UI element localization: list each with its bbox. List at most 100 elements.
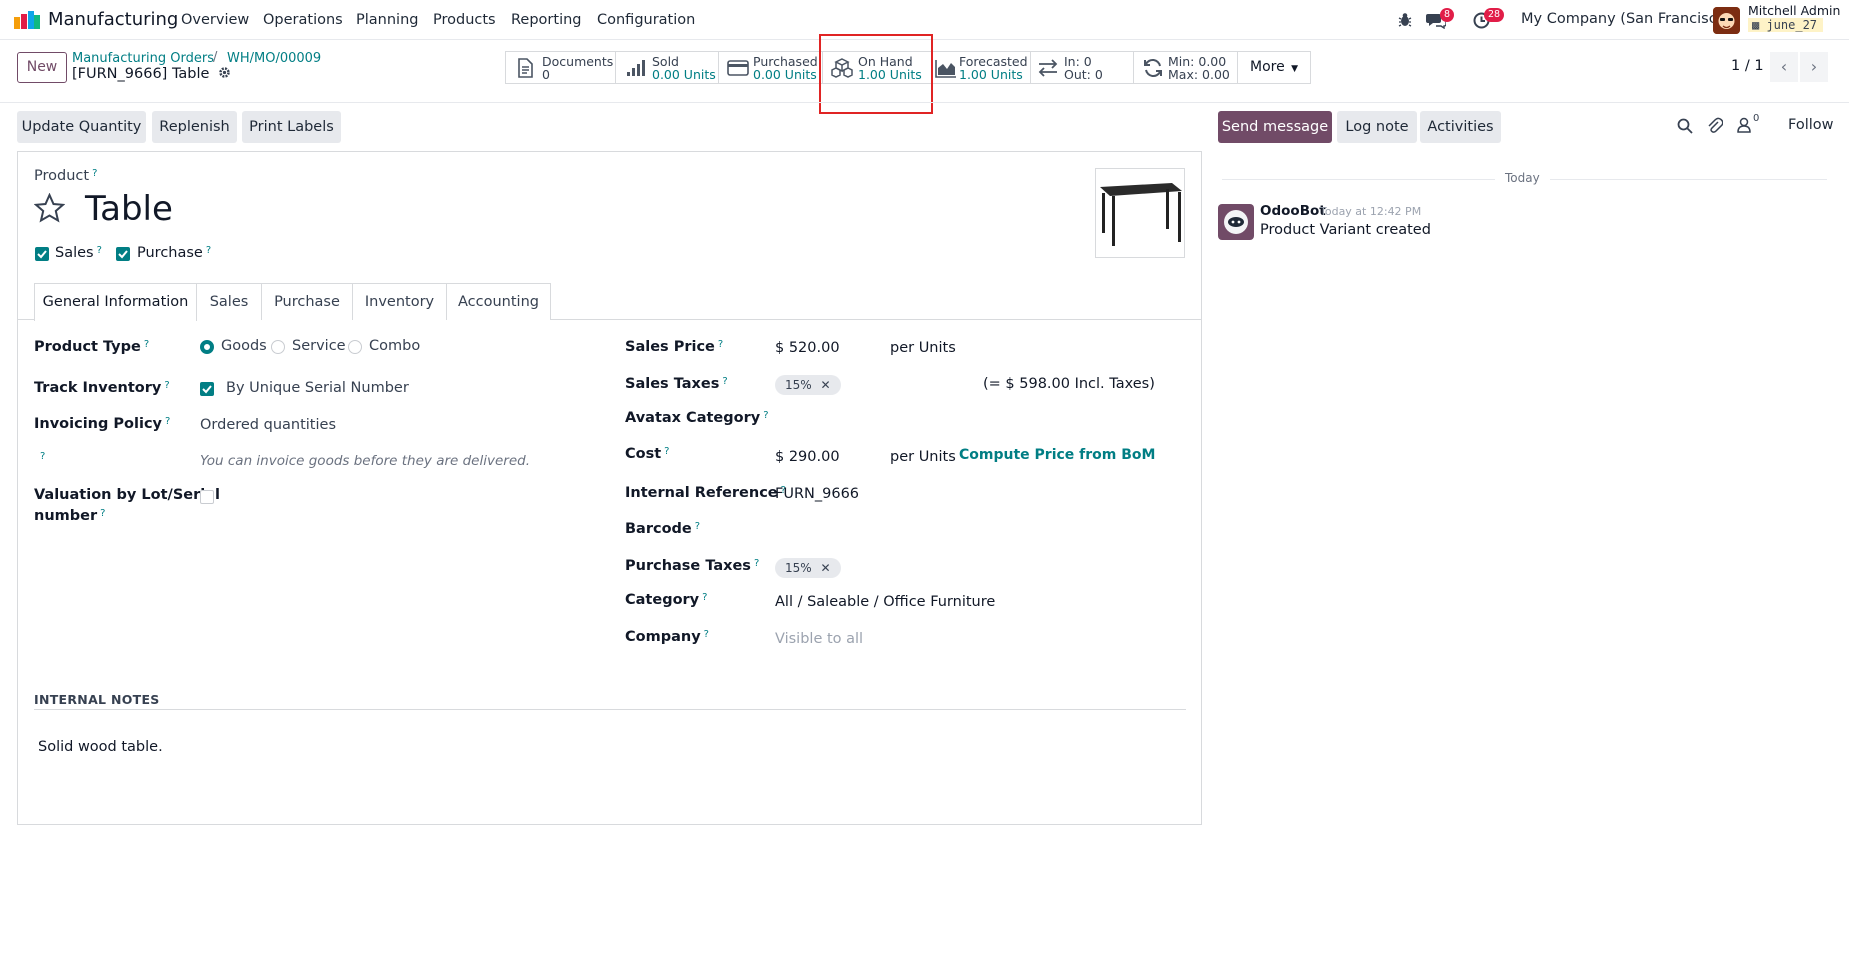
internal-reference-label-text: Internal Reference <box>625 485 778 501</box>
new-button[interactable]: New <box>17 52 67 83</box>
avatar[interactable] <box>1713 7 1740 34</box>
star-icon[interactable] <box>34 193 65 223</box>
documents-value: 0 <box>542 67 550 82</box>
company-label-text: Company <box>625 629 701 645</box>
database-label: june_27 <box>1766 18 1818 32</box>
invoicing-policy-label-text: Invoicing Policy <box>34 416 162 432</box>
close-icon[interactable]: ✕ <box>821 378 831 392</box>
app-name[interactable]: Manufacturing <box>48 9 178 30</box>
documents-smart-button[interactable]: Documents 0 <box>506 52 616 83</box>
menu-reporting[interactable]: Reporting <box>511 12 582 28</box>
internal-reference-value[interactable]: FURN_9666 <box>775 486 859 502</box>
tab-accounting[interactable]: Accounting <box>446 283 551 320</box>
user-name[interactable]: Mitchell Admin <box>1748 3 1840 18</box>
menu-planning[interactable]: Planning <box>356 12 418 28</box>
menu-overview[interactable]: Overview <box>181 12 249 28</box>
sold-smart-button[interactable]: Sold 0.00 Units <box>616 52 719 83</box>
company-field[interactable]: Visible to all <box>775 631 863 647</box>
more-button[interactable]: More ▼ <box>1238 52 1310 83</box>
help-icon[interactable]: ? <box>704 629 709 640</box>
valuation-label: Valuation by Lot/Serial <box>34 487 220 503</box>
help-icon[interactable]: ? <box>97 245 102 256</box>
min-max-smart-button[interactable]: Min: 0.00 Max: 0.00 <box>1134 52 1238 83</box>
purchase-checkbox[interactable] <box>116 247 130 261</box>
help-icon[interactable]: ? <box>144 339 149 350</box>
valuation-checkbox[interactable] <box>200 490 214 504</box>
message-body: Product Variant created <box>1260 222 1431 238</box>
more-label: More <box>1250 59 1285 75</box>
tab-general-information[interactable]: General Information <box>34 283 197 321</box>
pager-previous-button[interactable]: ‹ <box>1770 52 1798 82</box>
menu-products[interactable]: Products <box>433 12 496 28</box>
help-icon[interactable]: ? <box>92 168 97 179</box>
messages-badge: 8 <box>1440 8 1455 22</box>
goods-radio[interactable] <box>200 340 214 354</box>
sales-price-value[interactable]: $ 520.00 <box>775 340 840 356</box>
search-icon[interactable] <box>1677 118 1693 134</box>
category-value[interactable]: All / Saleable / Office Furniture <box>775 594 995 610</box>
forecasted-smart-button[interactable]: Forecasted 1.00 Units <box>933 52 1031 83</box>
pager-next-button[interactable]: › <box>1800 52 1828 82</box>
help-icon[interactable]: ? <box>664 446 669 457</box>
compute-price-button[interactable]: Compute Price from BoM <box>959 447 1155 463</box>
cost-value[interactable]: $ 290.00 <box>775 449 840 465</box>
help-icon[interactable]: ? <box>718 339 723 350</box>
in-out-smart-button[interactable]: In: 0 Out: 0 <box>1031 52 1134 83</box>
menu-configuration[interactable]: Configuration <box>597 12 695 28</box>
gear-icon[interactable] <box>218 66 231 79</box>
pager-value[interactable]: 1 / 1 <box>1731 58 1764 74</box>
bug-icon[interactable] <box>1398 12 1412 28</box>
help-icon[interactable]: ? <box>702 592 707 603</box>
help-icon[interactable]: ? <box>165 416 170 427</box>
service-radio[interactable] <box>271 340 285 354</box>
incl-taxes-value: (= $ 598.00 Incl. Taxes) <box>983 376 1155 392</box>
tab-purchase[interactable]: Purchase <box>261 283 353 320</box>
combo-radio[interactable] <box>348 340 362 354</box>
manufacturing-app-icon[interactable] <box>14 11 40 29</box>
replenish-button[interactable]: Replenish <box>152 111 237 143</box>
forecasted-value: 1.00 Units <box>959 67 1023 82</box>
close-icon[interactable]: ✕ <box>821 561 831 575</box>
track-inventory-checkbox[interactable] <box>200 382 214 396</box>
invoicing-policy-value[interactable]: Ordered quantities <box>200 417 336 433</box>
odoobot-avatar <box>1218 204 1254 240</box>
help-icon[interactable]: ? <box>695 521 700 532</box>
help-icon[interactable]: ? <box>722 376 727 387</box>
purchase-check-text: Purchase <box>137 245 203 261</box>
track-inventory-value[interactable]: By Unique Serial Number <box>226 380 409 396</box>
tab-sales[interactable]: Sales <box>196 283 262 320</box>
tab-inventory[interactable]: Inventory <box>352 283 447 320</box>
product-name[interactable]: Table <box>85 189 173 229</box>
sales-checkbox[interactable] <box>35 247 49 261</box>
service-label: Service <box>292 338 346 354</box>
company-switcher[interactable]: My Company (San Francisco) <box>1521 11 1731 27</box>
breadcrumb-mo[interactable]: WH/MO/00009 <box>227 51 321 66</box>
sales-price-label: Sales Price? <box>625 339 723 355</box>
paperclip-icon[interactable] <box>1707 117 1723 134</box>
help-icon[interactable]: ? <box>164 380 169 391</box>
help-icon[interactable]: ? <box>763 410 768 421</box>
help-icon[interactable]: ? <box>754 558 759 569</box>
breadcrumb-manufacturing-orders[interactable]: Manufacturing Orders <box>72 51 214 66</box>
goods-label: Goods <box>221 338 267 354</box>
message-author: OdooBot <box>1260 203 1326 219</box>
update-quantity-button[interactable]: Update Quantity <box>17 111 146 143</box>
help-icon[interactable]: ? <box>100 508 105 519</box>
internal-notes-value[interactable]: Solid wood table. <box>38 739 163 755</box>
barcode-label-text: Barcode <box>625 521 692 537</box>
product-image[interactable] <box>1095 168 1185 258</box>
follow-button[interactable]: Follow <box>1788 117 1833 133</box>
log-note-button[interactable]: Log note <box>1337 111 1417 143</box>
help-icon[interactable]: ? <box>40 451 45 462</box>
activities-button[interactable]: Activities <box>1420 111 1501 143</box>
help-icon[interactable]: ? <box>206 245 211 256</box>
sales-tax-tag[interactable]: 15% ✕ <box>775 375 841 395</box>
combo-label: Combo <box>369 338 421 354</box>
sold-value: 0.00 Units <box>652 67 716 82</box>
print-labels-button[interactable]: Print Labels <box>242 111 341 143</box>
purchase-tax-tag[interactable]: 15% ✕ <box>775 558 841 578</box>
menu-operations[interactable]: Operations <box>263 12 343 28</box>
send-message-button[interactable]: Send message <box>1218 111 1332 143</box>
user-icon[interactable] <box>1737 117 1751 133</box>
purchased-smart-button[interactable]: Purchased 0.00 Units <box>719 52 823 83</box>
